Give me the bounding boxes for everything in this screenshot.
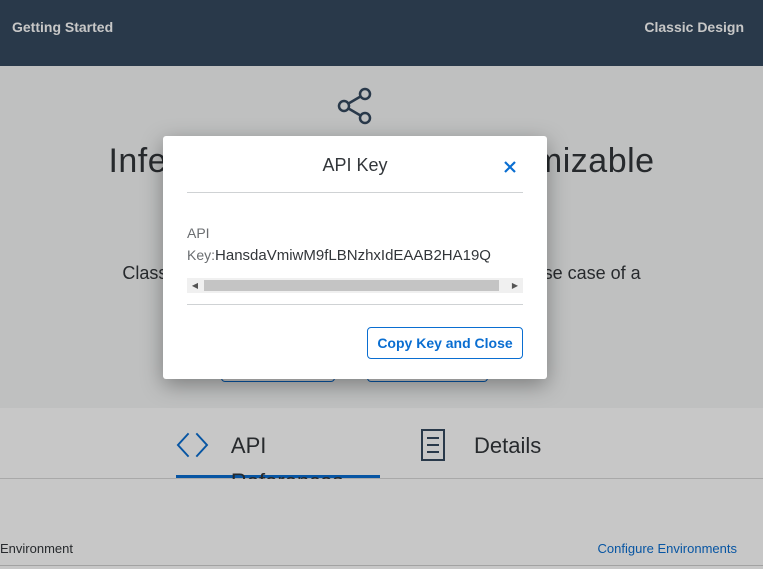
dialog-title: API Key [322, 155, 388, 175]
scroll-right-arrow-icon[interactable]: ▶ [507, 278, 523, 293]
scrollbar-thumb[interactable] [204, 280, 499, 291]
api-key-label: API [187, 222, 210, 244]
horizontal-scrollbar[interactable]: ◀ ▶ [187, 278, 523, 293]
api-key-label-line1: API [187, 225, 210, 241]
copy-key-and-close-button[interactable]: Copy Key and Close [367, 327, 523, 359]
api-key-label-line2: Key: [187, 247, 216, 263]
scroll-left-arrow-icon[interactable]: ◀ [187, 278, 203, 293]
close-icon [504, 161, 516, 173]
api-key-row: Key:HansdaVmiwM9fLBNzhxIdEAAB2HA19Q [187, 244, 491, 267]
close-button[interactable] [499, 156, 521, 178]
api-key-dialog: API Key API Key:HansdaVmiwM9fLBNzhxIdEAA… [163, 136, 547, 379]
dialog-footer-divider [187, 304, 523, 305]
api-key-value[interactable]: HansdaVmiwM9fLBNzhxIdEAAB2HA19Q [215, 247, 491, 264]
dialog-header-divider [187, 192, 523, 193]
